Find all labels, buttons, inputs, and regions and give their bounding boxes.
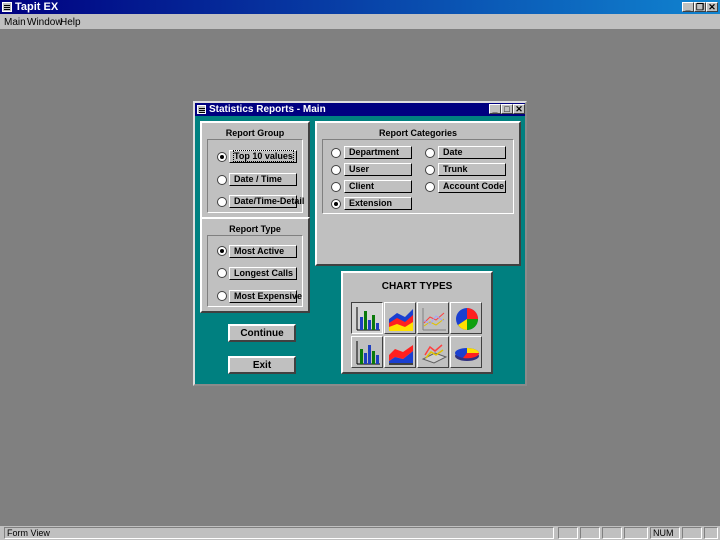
date-time-detail-button[interactable]: Date/Time-Detail <box>229 195 304 208</box>
area-chart-icon <box>389 309 413 331</box>
status-panel-3 <box>602 527 622 539</box>
date-time-button[interactable]: Date / Time <box>229 173 297 186</box>
close-button[interactable]: ✕ <box>706 2 718 12</box>
app-menu-icon[interactable] <box>2 2 12 12</box>
radio-client[interactable] <box>331 182 341 192</box>
radio-department[interactable] <box>331 148 341 158</box>
radio-most-expensive[interactable] <box>217 291 227 301</box>
radio-longest-calls[interactable] <box>217 268 227 278</box>
area-3d-chart-button[interactable] <box>384 336 416 368</box>
restore-button[interactable]: ❐ <box>694 2 706 12</box>
report-group-panel: Report Group Top 10 values Date / Time D… <box>200 121 310 219</box>
top-10-values-button[interactable]: Top 10 values <box>229 150 297 163</box>
bar-chart-icon <box>356 307 380 331</box>
line-chart-button[interactable] <box>417 302 449 334</box>
size-grip[interactable] <box>704 527 718 539</box>
line-3d-chart-icon <box>421 344 448 364</box>
continue-button[interactable]: Continue <box>228 324 296 342</box>
report-categories-title: Report Categories <box>378 128 458 138</box>
bar-3d-chart-button[interactable] <box>351 336 383 368</box>
report-type-title: Report Type <box>229 224 281 234</box>
statistics-reports-dialog: Statistics Reports - Main _ □ ✕ Report G… <box>193 101 527 386</box>
bar-3d-chart-icon <box>356 341 380 365</box>
report-group-box: Top 10 values Date / Time Date/Time-Deta… <box>207 139 304 213</box>
radio-user[interactable] <box>331 165 341 175</box>
pie-3d-chart-button[interactable] <box>450 336 482 368</box>
radio-date[interactable] <box>425 148 435 158</box>
status-bar: Form View NUM <box>0 526 720 540</box>
bar-chart-button[interactable] <box>351 302 383 334</box>
trunk-button[interactable]: Trunk <box>438 163 506 176</box>
area-chart-button[interactable] <box>384 302 416 334</box>
menu-help[interactable]: Help <box>60 17 81 28</box>
menu-bar: Main Window Help <box>0 14 720 30</box>
radio-top-10-values[interactable] <box>217 152 227 162</box>
status-text: Form View <box>4 527 554 539</box>
dialog-menu-icon[interactable] <box>197 105 206 114</box>
radio-account-code[interactable] <box>425 182 435 192</box>
report-type-panel: Report Type Most Active Longest Calls Mo… <box>200 217 310 313</box>
app-titlebar: Tapit EX _ ❐ ✕ <box>0 0 720 14</box>
dialog-maximize-button[interactable]: □ <box>501 104 513 114</box>
account-code-button[interactable]: Account Code <box>438 180 506 193</box>
report-type-box: Most Active Longest Calls Most Expensive <box>207 235 303 307</box>
radio-date-time-detail[interactable] <box>217 197 227 207</box>
chart-types-panel: CHART TYPES <box>341 271 493 374</box>
department-button[interactable]: Department <box>344 146 412 159</box>
radio-extension[interactable] <box>331 199 341 209</box>
date-button[interactable]: Date <box>438 146 506 159</box>
menu-window[interactable]: Window <box>27 17 63 28</box>
chart-types-title: CHART TYPES <box>381 281 453 292</box>
report-categories-box: Department User Client Extension Date Tr… <box>322 139 514 214</box>
most-expensive-button[interactable]: Most Expensive <box>229 290 302 303</box>
dialog-title: Statistics Reports - Main <box>209 104 326 115</box>
minimize-button[interactable]: _ <box>682 2 694 12</box>
num-lock-indicator: NUM <box>650 527 680 539</box>
client-button[interactable]: Client <box>344 180 412 193</box>
dialog-titlebar: Statistics Reports - Main _ □ ✕ <box>195 103 525 116</box>
exit-button[interactable]: Exit <box>228 356 296 374</box>
extension-button[interactable]: Extension <box>344 197 412 210</box>
pie-chart-button[interactable] <box>450 302 482 334</box>
app-title: Tapit EX <box>15 1 59 13</box>
status-panel-2 <box>580 527 600 539</box>
most-active-button[interactable]: Most Active <box>229 245 297 258</box>
menu-main[interactable]: Main <box>4 17 26 28</box>
radio-date-time[interactable] <box>217 175 227 185</box>
radio-trunk[interactable] <box>425 165 435 175</box>
pie-3d-chart-icon <box>455 348 480 361</box>
status-panel-1 <box>558 527 578 539</box>
status-panel-5 <box>682 527 702 539</box>
dialog-minimize-button[interactable]: _ <box>489 104 501 114</box>
dialog-close-button[interactable]: ✕ <box>513 104 525 114</box>
status-panel-4 <box>624 527 648 539</box>
report-categories-panel: Report Categories Department User Client… <box>315 121 521 266</box>
line-chart-icon <box>422 308 446 331</box>
report-group-title: Report Group <box>225 128 285 138</box>
radio-most-active[interactable] <box>217 246 227 256</box>
area-3d-chart-icon <box>389 345 413 365</box>
line-3d-chart-button[interactable] <box>417 336 449 368</box>
user-button[interactable]: User <box>344 163 412 176</box>
longest-calls-button[interactable]: Longest Calls <box>229 267 297 280</box>
pie-chart-icon <box>456 308 478 330</box>
